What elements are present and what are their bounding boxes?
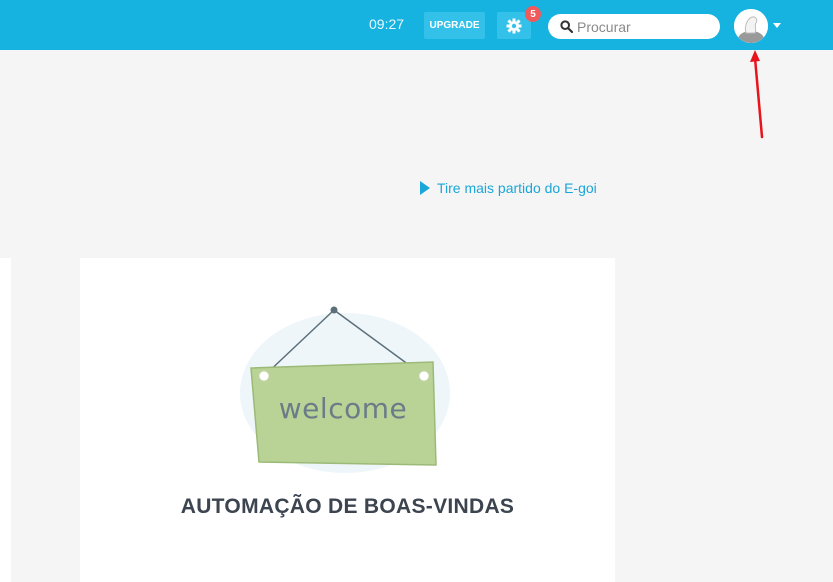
play-icon xyxy=(420,181,430,195)
search-input[interactable] xyxy=(577,18,707,35)
annotation-arrow xyxy=(750,50,764,139)
search-box xyxy=(548,14,720,39)
avatar-icon xyxy=(734,9,768,43)
card-title: AUTOMAÇÃO DE BOAS-VINDAS xyxy=(180,495,515,518)
user-avatar[interactable] xyxy=(734,9,768,43)
clock-time: 09:27 xyxy=(369,16,405,32)
settings-gear-icon xyxy=(506,18,522,33)
search-icon xyxy=(560,20,573,33)
chevron-down-icon[interactable] xyxy=(773,23,781,28)
upgrade-button[interactable]: UPGRADE xyxy=(424,12,485,39)
tip-link-label: Tire mais partido do E-goi xyxy=(437,180,597,196)
welcome-sign-illustration: welcome xyxy=(240,306,450,473)
tip-link[interactable]: Tire mais partido do E-goi xyxy=(420,180,597,196)
left-card-edge xyxy=(0,258,11,582)
welcome-automation-card[interactable]: welcome AUTOMAÇÃO DE BOAS-VINDAS xyxy=(80,258,615,582)
notification-badge: 5 xyxy=(525,6,541,22)
top-navigation-bar: 09:27 UPGRADE 5 xyxy=(0,0,833,50)
sign-text: welcome xyxy=(279,392,407,425)
